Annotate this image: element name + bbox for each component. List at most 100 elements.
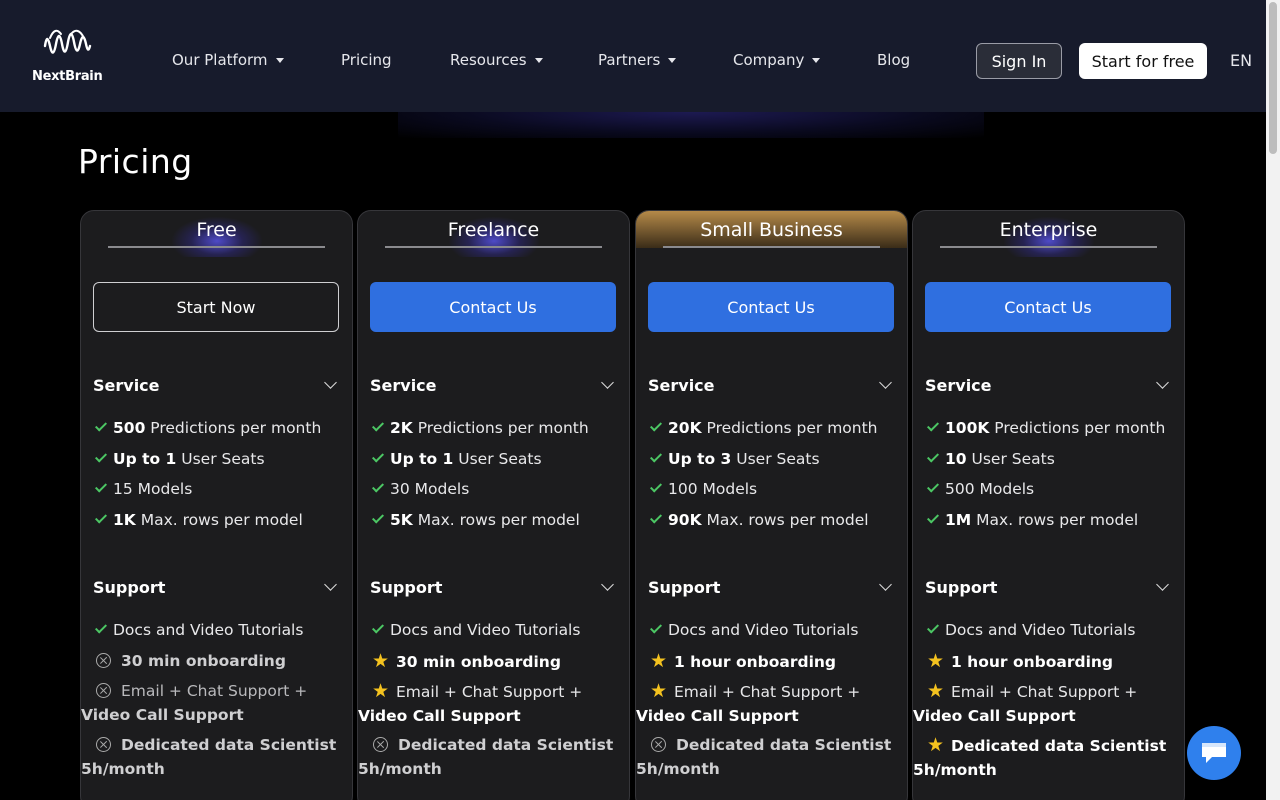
feature-text: Docs and Video Tutorials (113, 621, 304, 639)
scrollbar-thumb[interactable] (1269, 2, 1277, 154)
nav-label: Pricing (341, 51, 392, 69)
chevron-down-icon (1156, 375, 1169, 389)
feature-value: 20K (668, 419, 702, 437)
nav-label: Our Platform (172, 51, 268, 69)
contact-us-button[interactable]: Contact Us (648, 282, 894, 332)
start-now-button[interactable]: Start Now (93, 282, 339, 332)
service-feature: Up to 1 User Seats (371, 447, 622, 471)
contact-us-button[interactable]: Contact Us (925, 282, 1171, 332)
check-icon (926, 511, 940, 524)
title-underline (940, 246, 1157, 248)
service-feature: 90K Max. rows per model (649, 508, 900, 532)
nav-blog[interactable]: Blog (877, 49, 910, 71)
language-selector[interactable]: EN (1230, 51, 1252, 70)
feature-text-continued: 5h/month (81, 760, 165, 778)
star-icon: ★ (650, 650, 668, 672)
nav-pricing[interactable]: Pricing (341, 49, 392, 71)
service-heading: Service (648, 375, 715, 395)
check-icon (371, 480, 385, 493)
check-icon (371, 419, 385, 432)
caret-down-icon (275, 57, 284, 63)
service-toggle[interactable]: Service (925, 373, 1171, 397)
chevron-down-icon (324, 375, 337, 389)
check-icon (94, 450, 108, 463)
title-underline (663, 246, 880, 248)
service-heading: Service (925, 375, 992, 395)
support-feature: ★ Email + Chat Support + Video Call Suppor… (358, 679, 622, 728)
feature-text: 1 hour onboarding (674, 653, 837, 671)
chevron-down-icon (601, 375, 614, 389)
feature-text: Dedicated data Scientist (398, 736, 614, 754)
nav-label: Partners (598, 51, 661, 69)
pricing-card-free: Free Start Now Service 500 Predictions pe… (80, 210, 353, 800)
feature-text-continued: Video Call Support (81, 706, 244, 724)
page-scrollbar[interactable] (1266, 0, 1280, 800)
service-toggle[interactable]: Service (648, 373, 894, 397)
caret-down-icon (534, 57, 543, 63)
nav-resources[interactable]: Resources (450, 49, 543, 71)
check-icon (94, 621, 108, 634)
feature-text: Email + Chat Support + (951, 683, 1138, 701)
check-icon (94, 419, 108, 432)
service-feature: 500 Models (926, 477, 1177, 501)
star-icon: ★ (927, 734, 945, 756)
service-feature: 500 Predictions per month (94, 416, 345, 440)
nav-company[interactable]: Company (733, 49, 821, 71)
service-feature: 100 Models (649, 477, 900, 501)
nav-our-platform[interactable]: Our Platform (172, 49, 284, 71)
sign-in-button[interactable]: Sign In (976, 43, 1062, 79)
feature-value: 1K (113, 511, 136, 529)
feature-text: Max. rows per model (701, 511, 869, 529)
card-header: Small Business (636, 211, 907, 248)
check-icon (926, 419, 940, 432)
support-feature: Email + Chat Support + Video Call Support (81, 679, 345, 727)
feature-text: 500 Models (945, 480, 1035, 498)
feature-text: Dedicated data Scientist (121, 736, 337, 754)
logo-text: NextBrain (32, 69, 103, 84)
service-toggle[interactable]: Service (370, 373, 616, 397)
page-title: Pricing (78, 142, 193, 181)
feature-text: User Seats (453, 450, 542, 468)
support-heading: Support (370, 577, 443, 597)
star-icon: ★ (927, 650, 945, 672)
feature-value: 10 (945, 450, 967, 468)
support-toggle[interactable]: Support (925, 575, 1171, 599)
x-circle-icon (96, 683, 111, 698)
start-for-free-button[interactable]: Start for free (1079, 43, 1207, 79)
chat-widget-button[interactable] (1187, 726, 1241, 780)
feature-value: 500 (113, 419, 146, 437)
feature-text: User Seats (176, 450, 265, 468)
chevron-down-icon (879, 577, 892, 591)
service-feature: 100K Predictions per month (926, 416, 1177, 440)
feature-text: Max. rows per model (971, 511, 1139, 529)
support-toggle[interactable]: Support (93, 575, 339, 599)
site-header: NextBrain Our Platform Pricing Resources… (0, 0, 1266, 112)
nav-partners[interactable]: Partners (598, 49, 677, 71)
contact-us-button[interactable]: Contact Us (370, 282, 616, 332)
service-feature: 5K Max. rows per model (371, 508, 622, 532)
feature-text-continued: Video Call Support (358, 707, 521, 725)
star-icon: ★ (372, 650, 390, 672)
check-icon (649, 621, 663, 634)
support-feature: ★ 1 hour onboarding (927, 649, 1177, 674)
support-heading: Support (648, 577, 721, 597)
brain-wave-icon (43, 29, 92, 54)
check-icon (649, 419, 663, 432)
check-icon (649, 450, 663, 463)
chat-bubble-icon (1202, 743, 1226, 763)
nav-label: Company (733, 51, 805, 69)
support-feature: 30 min onboarding (95, 649, 345, 673)
support-feature: Docs and Video Tutorials (94, 618, 345, 642)
feature-value: Up to 3 (668, 450, 732, 468)
support-toggle[interactable]: Support (648, 575, 894, 599)
nextbrain-logo[interactable]: NextBrain (32, 24, 103, 86)
support-toggle[interactable]: Support (370, 575, 616, 599)
service-toggle[interactable]: Service (93, 373, 339, 397)
feature-text: 30 min onboarding (396, 653, 561, 671)
plan-name: Enterprise (999, 219, 1098, 241)
feature-value: 2K (390, 419, 413, 437)
support-feature: ★ 30 min onboarding (372, 649, 622, 674)
feature-text: User Seats (966, 450, 1055, 468)
feature-value: Up to 1 (390, 450, 454, 468)
feature-text: Email + Chat Support + (121, 682, 308, 700)
